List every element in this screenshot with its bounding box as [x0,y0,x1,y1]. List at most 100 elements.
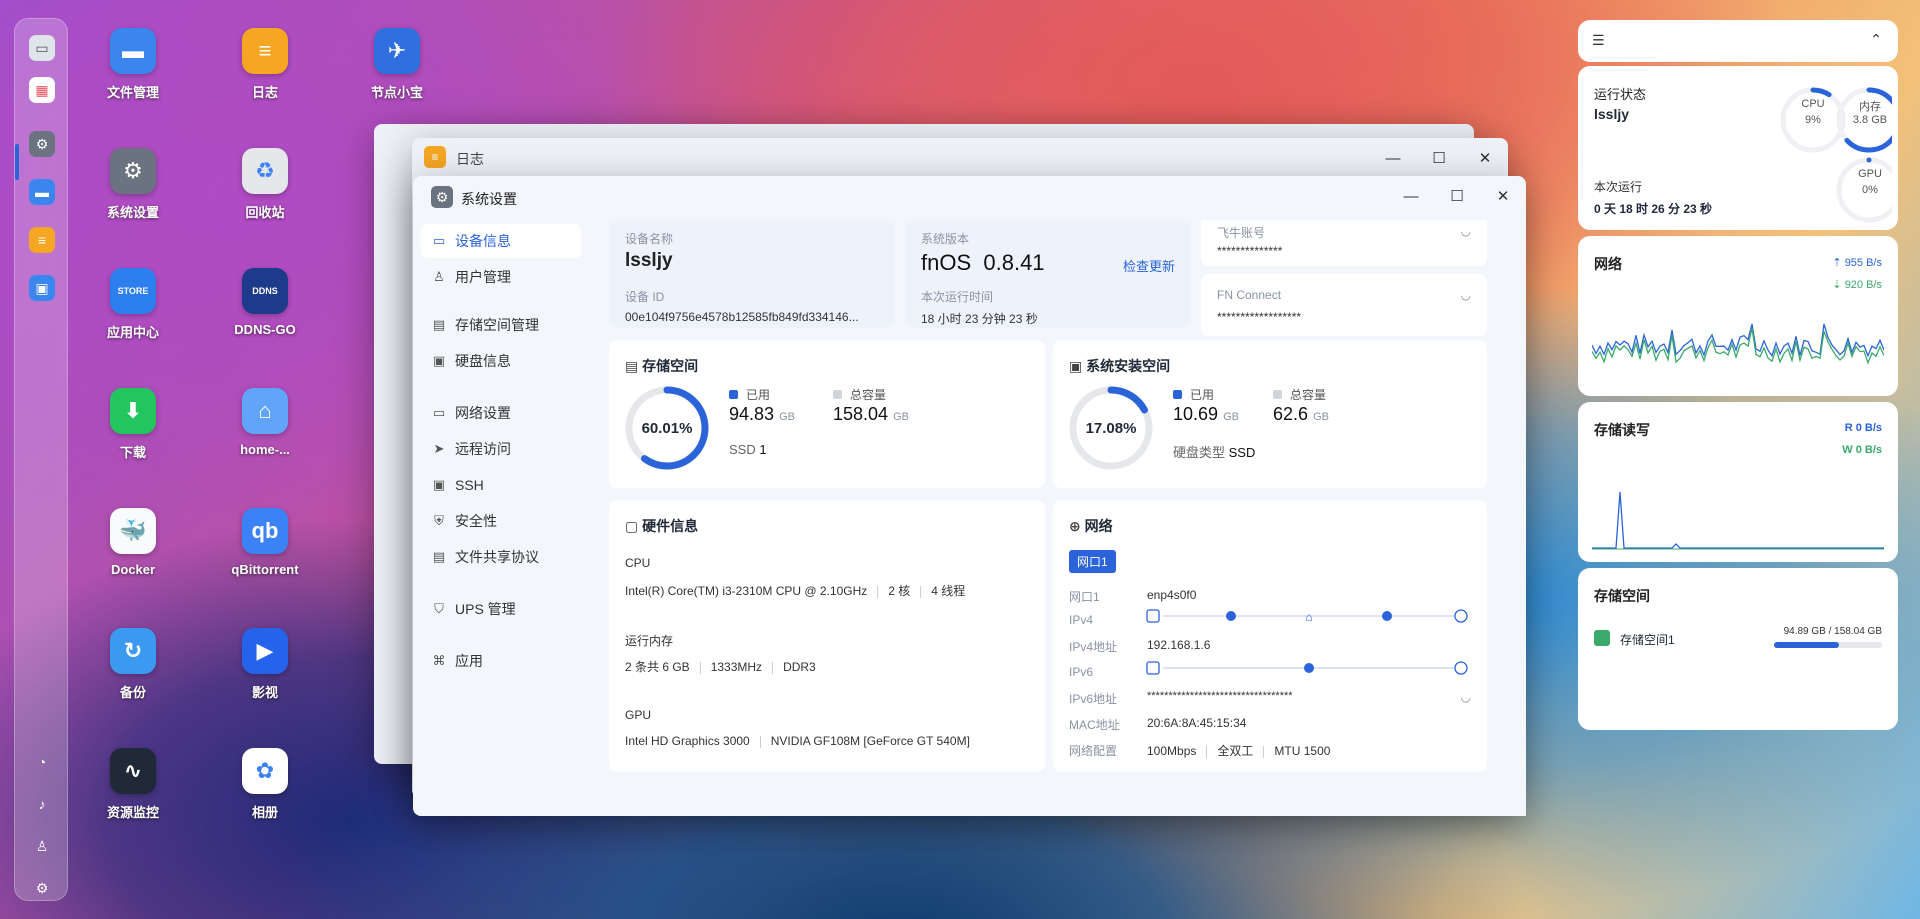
collapse-icon[interactable]: ⌃ [1870,31,1882,48]
gpu-discrete: NVIDIA GF108M [GeForce GT 540M] [770,734,970,748]
eye-closed-icon[interactable]: ◡ [1461,224,1471,238]
mtu-value: MTU 1500 [1274,744,1331,758]
desktop-icon-13[interactable]: ▶ 影视 [210,628,320,701]
uptime-label: 本次运行 [1594,180,1643,194]
app-icon: ✿ [242,748,288,794]
folder-icon[interactable]: ▬ [29,179,55,205]
uptime-value: 0 天 18 时 26 分 23 秒 [1594,202,1713,216]
desktop-icon-label: 节点小宝 [370,85,423,100]
desktop-icon-9[interactable]: ⌂ home-... [210,388,320,457]
check-update-link[interactable]: 检查更新 [1123,256,1175,275]
ipv6-label: IPv6 [1069,665,1094,679]
log-window-controls: — ☐ ✕ [1370,138,1508,174]
settings-icon[interactable]: ⚙ [29,131,55,157]
sidebar-item-10[interactable]: ⛉ UPS 管理 [421,592,581,626]
desktop-icon-5[interactable]: ♻ 回收站 [210,148,320,221]
sidebar-item-label: 设备信息 [455,233,511,249]
eye-closed-icon[interactable]: ◡ [1461,288,1471,302]
bell-icon[interactable]: ♪ [29,791,55,817]
system-space-percent: 17.08% [1085,420,1137,437]
notes-icon[interactable]: ≡ [29,227,55,253]
filter-icon[interactable]: ☰ [1592,32,1605,49]
hardware-title-text: 硬件信息 [642,518,699,534]
minimize-icon[interactable]: — [1370,138,1416,178]
sidebar-item-8[interactable]: ⛨ 安全性 [421,504,581,538]
sys-total-label: 总容量 [1273,386,1326,403]
cpu-label: CPU [625,556,651,570]
desktop-icon-8[interactable]: ⬇ 下载 [78,388,188,461]
memory-type: DDR3 [783,660,816,674]
sidebar-item-label: SSH [455,477,484,493]
hardware-title: ▢ 硬件信息 [625,516,698,536]
desktop-icon-label: 影视 [251,685,278,700]
write-rate: W 0 B/s [1842,444,1882,456]
maximize-icon[interactable]: ☐ [1434,176,1480,216]
status-widget[interactable]: 运行状态 lssljy 本次运行 0 天 18 时 26 分 23 秒 CPU … [1578,66,1898,230]
storage-total-unit: GB [893,411,909,423]
desktop-icon-15[interactable]: ✿ 相册 [210,748,320,821]
desktop-icon-6[interactable]: STORE 应用中心 [78,268,188,341]
read-rate: R 0 B/s [1844,422,1882,434]
sidebar-item-2[interactable]: ♙ 用户管理 [421,260,581,294]
mem-label: 内存 [1859,101,1881,113]
sidebar-item-4[interactable]: ▣ 硬盘信息 [421,344,581,378]
desktop-icon-1[interactable]: ▬ 文件管理 [78,28,188,101]
upload-rate-value: 955 B/s [1844,257,1882,269]
sidebar-item-1[interactable]: ▭ 设备信息 [421,224,581,258]
minimize-icon[interactable]: — [1388,176,1434,216]
desktop-icon-3[interactable]: ✈ 节点小宝 [342,28,452,101]
user-icon[interactable]: ♙ [29,833,55,859]
tab-port1[interactable]: 网口1 [1069,550,1116,573]
device-name-label: 设备名称 [625,232,674,246]
app-icon: ✈ [374,28,420,74]
sidebar-item-9[interactable]: ▤ 文件共享协议 [421,540,581,574]
app-icon: 🐳 [110,508,156,554]
device-id-label: 设备 ID [625,290,665,304]
cpu-label: CPU [1801,98,1825,110]
settings-window-title: 系统设置 [461,191,517,207]
disk-icon: ▣ [1069,358,1087,374]
disk-io-widget[interactable]: 存储读写 R 0 B/s W 0 B/s [1578,402,1898,562]
sidebar-item-5[interactable]: ▭ 网络设置 [421,396,581,430]
sys-total-unit: GB [1313,411,1329,423]
desktop-icon-11[interactable]: qb qBittorrent [210,508,320,577]
sidebar-item-7[interactable]: ▣ SSH [421,468,581,502]
system-space-card: ▣ 系统安装空间 17.08% 已用 10.69 GB 总容量 62.6 GB … [1053,340,1487,488]
settings-window[interactable]: ⚙ 系统设置 — ☐ ✕ ▭ 设备信息 ♙ 用户管理 ▤ 存储空间管理 ▣ 硬盘信息 ▭ 网络设置 ➤ 远… [413,176,1526,816]
disk-icon[interactable]: ▣ [29,275,55,301]
app-icon: ⬇ [110,388,156,434]
settings-sidebar: ▭ 设备信息 ♙ 用户管理 ▤ 存储空间管理 ▣ 硬盘信息 ▭ 网络设置 ➤ 远程访问 ▣ SSH ⛨ 安全性… [413,220,593,816]
gear-icon[interactable]: ⚙ [29,875,55,901]
desktop-icon-label: 相册 [251,805,278,820]
desktop-icon-4[interactable]: ⚙ 系统设置 [78,148,188,221]
monitor-icon[interactable]: ▭ [29,35,55,61]
network-widget[interactable]: 网络 ⇡ 955 B/s ⇣ 920 B/s [1578,236,1898,396]
desktop-icon-7[interactable]: DDNS DDNS-GO [210,268,320,337]
desktop-icon-12[interactable]: ↻ 备份 [78,628,188,701]
close-icon[interactable]: ✕ [1480,176,1526,216]
desktop-icon-14[interactable]: ∿ 资源监控 [78,748,188,821]
maximize-icon[interactable]: ☐ [1416,138,1462,178]
app-icon: DDNS [242,268,288,314]
dock: ▭ ▦ ⚙ ▬ ≡ ▣ ◔ ♪ ♙ ⚙ [14,18,68,901]
desktop-icon-label: 下载 [119,445,146,460]
ipv4-topology: ⌂ [1146,609,1468,624]
sidebar-item-6[interactable]: ➤ 远程访问 [421,432,581,466]
sidebar-item-3[interactable]: ▤ 存储空间管理 [421,308,581,342]
desktop-icon-10[interactable]: 🐳 Docker [78,508,188,577]
desktop-icon-2[interactable]: ≡ 日志 [210,28,320,101]
app-icon: ▬ [110,28,156,74]
fnconnect-value: ****************** [1217,310,1302,324]
sidebar-item-11[interactable]: ⌘ 应用 [421,644,581,678]
sidebar-item-label: 硬盘信息 [455,353,511,369]
mac-label: MAC地址 [1069,718,1120,732]
close-icon[interactable]: ✕ [1462,138,1508,178]
disk-io-title: 存储读写 [1594,422,1650,438]
device-name: lssljy [625,250,673,271]
storage-total: 158.04 GB [833,404,909,425]
storage-widget[interactable]: 存储空间 存储空间1 94.89 GB / 158.04 GB [1578,568,1898,730]
sync-icon[interactable]: ◔ [29,749,55,775]
apps-grid-icon[interactable]: ▦ [29,77,55,103]
eye-closed-icon[interactable]: ◡ [1461,690,1471,704]
disk-type-value: SSD [1228,445,1256,460]
